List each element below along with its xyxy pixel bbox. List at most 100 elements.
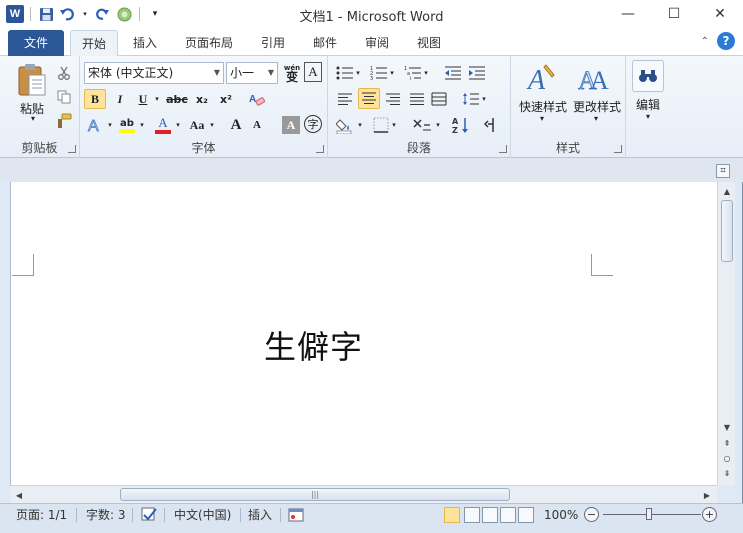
tab-home[interactable]: 开始 (70, 30, 118, 57)
change-styles-label[interactable]: 更改样式 (569, 98, 625, 115)
highlight-dropdown-icon[interactable]: ▾ (138, 114, 146, 136)
full-screen-reading-icon[interactable] (464, 507, 480, 523)
multilevel-dropdown-icon[interactable]: ▾ (422, 64, 430, 82)
font-color-button[interactable]: A (152, 114, 174, 136)
copy-icon[interactable] (55, 88, 73, 106)
chevron-down-icon[interactable]: ▼ (214, 63, 220, 83)
undo-icon[interactable] (59, 5, 77, 23)
strikethrough-button[interactable]: abc (166, 89, 188, 109)
font-size-combo[interactable]: 小一 ▼ (226, 62, 278, 84)
close-button[interactable]: ✕ (697, 0, 743, 28)
paste-icon[interactable] (14, 62, 50, 98)
zoom-slider-thumb[interactable] (646, 508, 652, 520)
font-launcher-icon[interactable] (316, 145, 324, 153)
underline-button[interactable]: U (134, 89, 152, 109)
repeat-icon[interactable] (115, 5, 133, 23)
numbering-dropdown-icon[interactable]: ▾ (388, 64, 396, 82)
macro-record-icon[interactable] (288, 507, 304, 529)
redo-icon[interactable] (93, 5, 111, 23)
quick-styles-dropdown-icon[interactable]: ▾ (537, 114, 547, 123)
char-border-button[interactable]: A (304, 62, 322, 82)
horizontal-scroll-thumb[interactable]: ||| (120, 488, 510, 501)
change-styles-dropdown-icon[interactable]: ▾ (591, 114, 601, 123)
proofing-icon[interactable] (140, 506, 158, 528)
shading-dropdown-icon[interactable]: ▾ (356, 114, 364, 136)
borders-icon[interactable] (370, 114, 392, 136)
change-case-dropdown-icon[interactable]: ▾ (208, 114, 216, 136)
increase-indent-icon[interactable] (466, 64, 488, 82)
editing-label[interactable]: 编辑 (628, 96, 668, 113)
underline-dropdown-icon[interactable]: ▾ (152, 89, 162, 109)
format-painter-icon[interactable] (55, 112, 73, 130)
next-page-icon[interactable]: ⇟ (718, 466, 736, 480)
show-marks-icon[interactable] (480, 114, 502, 136)
scroll-up-icon[interactable]: ▲ (718, 184, 736, 198)
print-layout-view-icon[interactable] (444, 507, 460, 523)
tab-view[interactable]: 视图 (408, 30, 450, 56)
horizontal-scrollbar[interactable]: ◀ ||| ▶ (10, 485, 717, 503)
enclose-chars-button[interactable]: 字 (304, 115, 322, 133)
tab-page-layout[interactable]: 页面布局 (176, 30, 242, 56)
undo-dropdown-icon[interactable]: ▾ (81, 5, 89, 23)
chinese-layout-dropdown-icon[interactable]: ▾ (434, 114, 442, 136)
bold-button[interactable]: B (84, 89, 106, 109)
zoom-slider-track[interactable] (603, 514, 701, 515)
chinese-layout-icon[interactable] (410, 114, 434, 136)
document-page[interactable] (10, 182, 717, 485)
font-color-dropdown-icon[interactable]: ▾ (174, 114, 182, 136)
align-right-icon[interactable] (382, 89, 404, 109)
scroll-down-icon[interactable]: ▼ (718, 420, 736, 434)
align-center-icon[interactable] (358, 88, 380, 109)
justify-icon[interactable] (406, 89, 428, 109)
char-shading-button[interactable]: A (282, 116, 300, 134)
tab-file[interactable]: 文件 (8, 30, 64, 56)
web-layout-icon[interactable] (482, 507, 498, 523)
minimize-button[interactable]: — (605, 0, 651, 28)
highlight-button[interactable]: ab (116, 114, 138, 136)
text-effects-icon[interactable]: A (84, 114, 106, 136)
align-left-icon[interactable] (334, 89, 356, 109)
save-icon[interactable] (37, 5, 55, 23)
document-body-text[interactable]: 生僻字 (264, 322, 363, 368)
scroll-left-icon[interactable]: ◀ (12, 486, 26, 504)
tab-references[interactable]: 引用 (252, 30, 294, 56)
styles-launcher-icon[interactable] (614, 145, 622, 153)
borders-dropdown-icon[interactable]: ▾ (390, 114, 398, 136)
shrink-font-button[interactable]: A (248, 114, 266, 136)
cut-icon[interactable] (55, 64, 73, 82)
line-spacing-dropdown-icon[interactable]: ▾ (480, 89, 488, 109)
help-icon[interactable]: ? (717, 32, 735, 50)
distributed-icon[interactable] (428, 89, 450, 109)
chevron-down-icon[interactable]: ▼ (268, 63, 274, 83)
text-effects-dropdown-icon[interactable]: ▾ (106, 114, 114, 136)
quick-styles-icon[interactable]: A (525, 60, 559, 96)
word-app-icon[interactable]: W (6, 5, 24, 23)
status-insert-mode[interactable]: 插入 (248, 504, 272, 526)
zoom-level[interactable]: 100% (544, 504, 578, 526)
change-case-button[interactable]: Aa (186, 114, 208, 136)
subscript-button[interactable]: x₂ (192, 89, 212, 109)
clipboard-launcher-icon[interactable] (68, 145, 76, 153)
find-binoculars-icon[interactable] (632, 60, 664, 92)
editing-dropdown-icon[interactable]: ▾ (643, 112, 653, 121)
font-name-combo[interactable]: 宋体 (中文正文) ▼ (84, 62, 224, 84)
minimize-ribbon-icon[interactable]: ⌃ (701, 36, 709, 47)
maximize-button[interactable]: ☐ (651, 0, 697, 28)
previous-page-icon[interactable]: ⇞ (718, 436, 736, 450)
clear-formatting-icon[interactable]: A (246, 89, 268, 109)
numbering-icon[interactable]: 123 (368, 64, 390, 82)
line-spacing-icon[interactable] (460, 89, 482, 109)
zoom-out-icon[interactable]: − (584, 507, 599, 522)
superscript-button[interactable]: x² (216, 89, 236, 109)
multilevel-list-icon[interactable]: 1ai (402, 64, 424, 82)
browse-object-icon[interactable]: ○ (718, 451, 736, 465)
sort-icon[interactable]: AZ (450, 114, 472, 136)
customize-qat-icon[interactable]: ▾ (146, 5, 164, 23)
change-styles-icon[interactable]: AA (577, 60, 611, 96)
paste-dropdown-icon[interactable]: ▾ (28, 114, 38, 123)
vertical-scroll-thumb[interactable] (721, 200, 733, 262)
quick-styles-label[interactable]: 快速样式 (515, 98, 571, 115)
scroll-right-icon[interactable]: ▶ (700, 486, 714, 504)
zoom-in-icon[interactable]: + (702, 507, 717, 522)
bullets-icon[interactable] (334, 64, 356, 82)
